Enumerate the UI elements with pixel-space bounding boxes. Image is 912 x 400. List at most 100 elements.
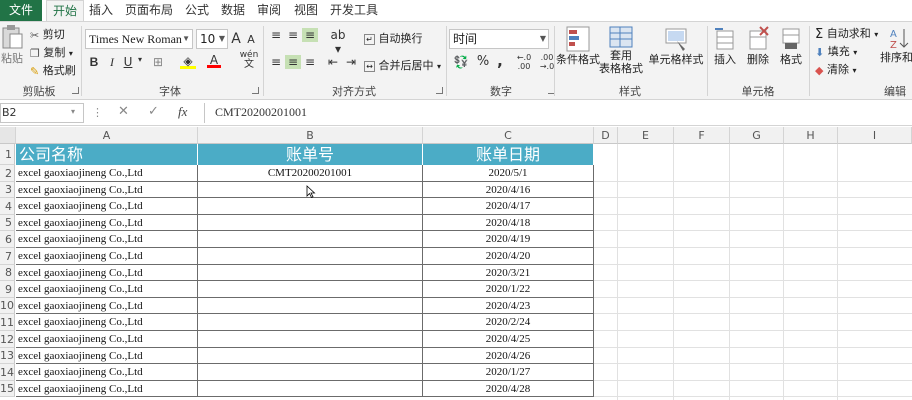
cell-bill-number[interactable] [198,381,423,397]
cell-company[interactable]: excel gaoxiaojineng Co.,Ltd [16,281,198,298]
sort-filter-button[interactable]: AZ 排序和 [880,25,912,64]
cell-bill-date[interactable]: 2020/4/26 [423,348,594,364]
fill-color-button[interactable]: ◈ [180,54,196,69]
increase-decimal-icon[interactable]: ←.0.00 [513,53,535,71]
number-format-combo[interactable]: 时间 ▼ [449,29,549,49]
header-cell-bill-date[interactable]: 账单日期 [423,144,594,165]
cell-company[interactable]: excel gaoxiaojineng Co.,Ltd [16,215,198,231]
column-header-c[interactable]: C [423,127,594,144]
cell-bill-date[interactable]: 2020/4/19 [423,231,594,248]
cell-company[interactable]: excel gaoxiaojineng Co.,Ltd [16,265,198,281]
cell-bill-date[interactable]: 2020/5/1 [423,165,594,182]
cut-button[interactable]: ✂ 剪切 [30,26,65,42]
align-bottom-icon[interactable]: ≡ [302,28,318,42]
cell-bill-date[interactable]: 2020/2/24 [423,314,594,331]
worksheet-grid[interactable]: A B C D E F G H I 1 公司名称 账单号 账单日期 2 excel… [0,127,912,400]
select-all-corner[interactable] [0,127,16,144]
chevron-down-icon[interactable]: ▾ [136,55,144,64]
row-header[interactable]: 9 [0,281,15,298]
clipboard-launcher-icon[interactable] [72,87,79,94]
cell-bill-number[interactable] [198,265,423,281]
cell-company[interactable]: excel gaoxiaojineng Co.,Ltd [16,331,198,348]
tab-data[interactable]: 数据 [216,0,250,21]
cell-bill-date[interactable]: 2020/4/28 [423,381,594,397]
underline-button[interactable]: U [121,55,135,69]
cell-company[interactable]: excel gaoxiaojineng Co.,Ltd [16,314,198,331]
format-cells-button[interactable]: 格式 [775,25,807,66]
paste-button[interactable]: 粘贴 [0,24,24,65]
alignment-launcher-icon[interactable] [436,87,443,94]
conditional-formatting-button[interactable]: 条件格式 [556,25,600,66]
row-header[interactable]: 8 [0,265,15,281]
column-header-b[interactable]: B [198,127,423,144]
row-header[interactable]: 7 [0,248,15,265]
cell-bill-number[interactable] [198,215,423,231]
header-cell-bill-number[interactable]: 账单号 [198,144,423,165]
grow-font-button[interactable]: A [230,31,242,47]
format-painter-button[interactable]: ✎ 格式刷 [30,62,76,78]
tab-view[interactable]: 视图 [289,0,323,21]
column-header-e[interactable]: E [618,127,674,144]
tab-file[interactable]: 文件 [0,0,42,21]
cell-bill-date[interactable]: 2020/4/18 [423,215,594,231]
cell-bill-number[interactable] [198,364,423,381]
borders-icon[interactable]: ⊞ [150,55,166,69]
align-right-icon[interactable]: ≡ [302,55,318,69]
font-size-combo[interactable]: 10 ▼ [196,29,228,49]
row-header[interactable]: 6 [0,231,15,248]
wrap-text-button[interactable]: ↵ 自动换行 [364,30,423,46]
insert-function-button[interactable]: fx [178,104,187,120]
cell-bill-date[interactable]: 2020/1/22 [423,281,594,298]
column-header-a[interactable]: A [16,127,198,144]
increase-indent-icon[interactable]: ⇥ [343,55,359,69]
cell-bill-date[interactable]: 2020/4/20 [423,248,594,265]
decrease-indent-icon[interactable]: ⇤ [325,55,341,69]
cell-bill-number[interactable] [198,231,423,248]
cell-bill-number[interactable] [198,331,423,348]
cell-bill-number[interactable] [198,198,423,215]
tab-formulas[interactable]: 公式 [180,0,214,21]
tab-page-layout[interactable]: 页面布局 [120,0,178,21]
cell-company[interactable]: excel gaoxiaojineng Co.,Ltd [16,182,198,198]
row-header[interactable]: 4 [0,198,15,215]
cell-company[interactable]: excel gaoxiaojineng Co.,Ltd [16,381,198,397]
column-header-h[interactable]: H [784,127,838,144]
align-left-icon[interactable]: ≡ [268,55,284,69]
row-header[interactable]: 12 [0,331,15,348]
cell-bill-date[interactable]: 2020/4/23 [423,298,594,314]
currency-format-icon[interactable]: 💱 [451,55,471,69]
italic-button[interactable]: I [105,55,119,70]
header-cell-company[interactable]: 公司名称 [16,144,198,165]
enter-icon[interactable]: ✓ [148,104,159,119]
bold-button[interactable]: B [87,55,101,69]
font-launcher-icon[interactable] [252,87,259,94]
cell-company[interactable]: excel gaoxiaojineng Co.,Ltd [16,198,198,215]
cancel-icon[interactable]: ✕ [118,104,129,119]
row-header[interactable]: 5 [0,215,15,231]
tab-developer[interactable]: 开发工具 [326,0,382,21]
cell-bill-number[interactable]: CMT20200201001 [198,165,423,182]
cell-bill-date[interactable]: 2020/4/25 [423,331,594,348]
row-header[interactable]: 15 [0,381,15,397]
chevron-down-icon[interactable]: ▾ [71,107,75,116]
cell-company[interactable]: excel gaoxiaojineng Co.,Ltd [16,348,198,364]
formula-input[interactable]: CMT20200201001 [204,103,912,123]
cell-bill-date[interactable]: 2020/1/27 [423,364,594,381]
cell-company[interactable]: excel gaoxiaojineng Co.,Ltd [16,248,198,265]
align-middle-icon[interactable]: ≡ [285,28,301,42]
column-header-d[interactable]: D [594,127,618,144]
delete-cells-button[interactable]: 删除 [742,25,774,66]
column-header-g[interactable]: G [730,127,784,144]
cell-bill-number[interactable] [198,298,423,314]
format-as-table-button[interactable]: 套用 表格格式 [598,25,644,75]
clear-button[interactable]: ◆ 清除 ▾ [815,61,856,77]
cell-bill-date[interactable]: 2020/4/17 [423,198,594,215]
cell-company[interactable]: excel gaoxiaojineng Co.,Ltd [16,231,198,248]
tab-home[interactable]: 开始 [46,0,84,21]
row-header[interactable]: 3 [0,182,15,198]
column-header-i[interactable]: I [838,127,912,144]
cell-bill-date[interactable]: 2020/4/16 [423,182,594,198]
percent-style-button[interactable]: % [476,54,490,69]
tab-insert[interactable]: 插入 [84,0,118,21]
row-header[interactable]: 10 [0,298,15,314]
